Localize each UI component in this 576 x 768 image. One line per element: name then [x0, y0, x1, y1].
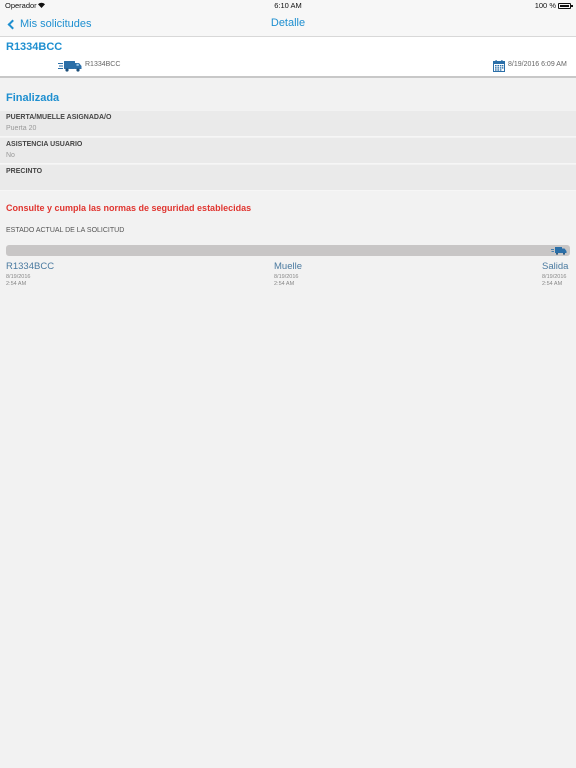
- detail-value: Puerta 20: [6, 125, 37, 132]
- page-title: Detalle: [270, 17, 306, 29]
- truck-icon: [58, 61, 82, 72]
- detail-value: No: [6, 152, 15, 159]
- detail-row-door: PUERTA/MUELLE ASIGNADA/O Puerta 20: [0, 111, 576, 137]
- request-plate: R1334BCC: [6, 41, 63, 53]
- safety-warning: Consulte y cumpla las normas de segurida…: [6, 203, 252, 213]
- step-date: 8/19/2016: [274, 274, 299, 280]
- detail-row-seal: PRECINTO: [0, 165, 576, 191]
- truck-icon: [551, 247, 567, 255]
- detail-label: PRECINTO: [6, 168, 43, 175]
- step-time: 2:54 AM: [6, 281, 27, 287]
- step-date: 8/19/2016: [542, 274, 567, 280]
- battery-icon: [558, 3, 573, 9]
- request-status: Finalizada: [6, 92, 60, 104]
- clock: 6:10 AM: [274, 1, 302, 10]
- progress-title: ESTADO ACTUAL DE LA SOLICITUD: [6, 227, 125, 234]
- step-name: Muelle: [274, 261, 302, 272]
- navigation-bar: Mis solicitudes Detalle: [0, 12, 576, 37]
- request-header: R1334BCC R1334BCC 8/19/2016 6:09 AM: [0, 37, 576, 78]
- battery-percentage: 100 %: [534, 1, 556, 10]
- status-bar: Operador 6:10 AM 100 %: [0, 0, 576, 12]
- detail-label: ASISTENCIA USUARIO: [6, 141, 83, 148]
- request-date: 8/19/2016 6:09 AM: [508, 61, 567, 68]
- progress-bar: [6, 245, 570, 256]
- detail-row-assistance: ASISTENCIA USUARIO No: [0, 138, 576, 164]
- step-time: 2:54 AM: [274, 281, 295, 287]
- calendar-icon: [493, 60, 505, 72]
- step-name: Salida: [542, 261, 569, 272]
- step-time: 2:54 AM: [542, 281, 563, 287]
- step-date: 8/19/2016: [6, 274, 31, 280]
- progress-step-vehicle: R1334BCC 8/19/2016 2:54 AM: [6, 261, 54, 288]
- step-name: R1334BCC: [6, 261, 55, 272]
- progress-step-exit: Salida 8/19/2016 2:54 AM: [542, 261, 568, 288]
- detail-label: PUERTA/MUELLE ASIGNADA/O: [6, 114, 112, 121]
- progress-step-dock: Muelle 8/19/2016 2:54 AM: [274, 261, 302, 288]
- truck-plate-label: R1334BCC: [85, 61, 121, 68]
